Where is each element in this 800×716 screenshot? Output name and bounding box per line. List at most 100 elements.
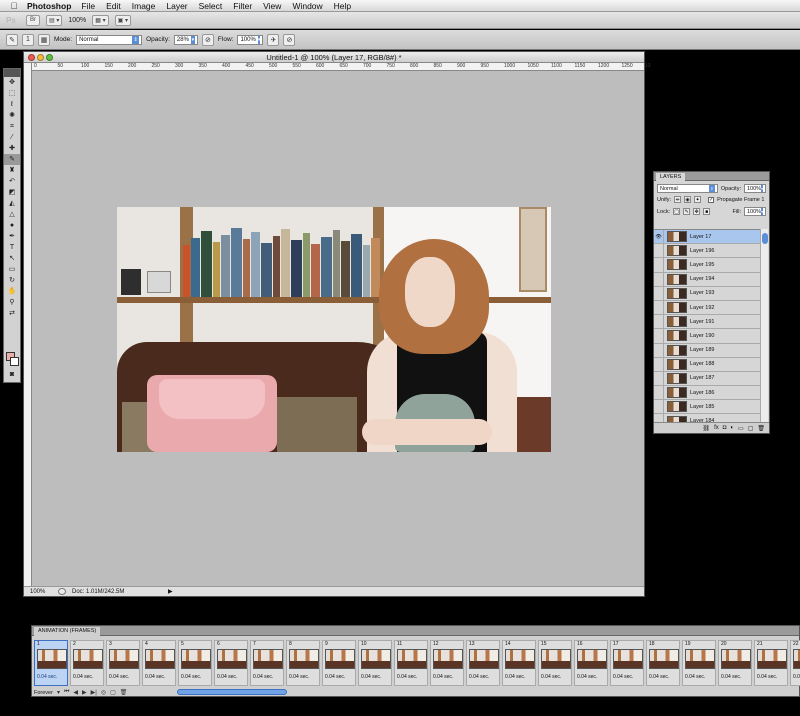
brush-tool-preset-icon[interactable]: ✎ (6, 33, 18, 46)
new-group-icon[interactable]: ▭ (738, 425, 744, 432)
unify-style-icon[interactable]: ✦ (694, 196, 702, 203)
mode-select[interactable]: Normal ⇕ (76, 34, 143, 45)
frame-delay-select[interactable]: 0.04 sec. (505, 674, 525, 680)
lasso-tool-icon[interactable]: ℓ (4, 99, 20, 110)
status-menu-arrow-icon[interactable]: ▶ (168, 588, 173, 595)
animation-frame[interactable]: 4 0.04 sec. (142, 640, 176, 686)
3d-rotate-tool-icon[interactable]: ↻ (4, 275, 20, 286)
shape-tool-icon[interactable]: ▭ (4, 264, 20, 275)
zoom-level-dropdown[interactable]: 100% (68, 17, 86, 24)
pressure-size-icon[interactable]: ⊘ (283, 33, 296, 46)
frame-delay-select[interactable]: 0.04 sec. (73, 674, 93, 680)
status-zoom[interactable]: 100% (30, 589, 52, 595)
layer-opacity-field[interactable]: 100% ▾ (744, 184, 766, 193)
animation-frame[interactable]: 18 0.04 sec. (646, 640, 680, 686)
healing-brush-tool-icon[interactable]: ✚ (4, 143, 20, 154)
frame-delay-select[interactable]: 0.04 sec. (685, 674, 705, 680)
lock-transparency-icon[interactable]: ▢ (673, 208, 681, 215)
view-extras-button[interactable]: ▤ ▾ (46, 14, 63, 26)
frame-delay-select[interactable]: 0.04 sec. (469, 674, 489, 680)
horizontal-ruler[interactable]: 0 50 100 150 200 250 300 350 400 450 500 550 600 650 7… (32, 63, 651, 71)
type-tool-icon[interactable]: T (4, 242, 20, 253)
menu-image[interactable]: Image (132, 1, 156, 11)
animation-frame[interactable]: 21 0.04 sec. (754, 640, 788, 686)
status-info-icon[interactable] (58, 588, 66, 595)
next-frame-icon[interactable]: ▶| (91, 689, 97, 696)
tween-icon[interactable]: ◎ (101, 689, 106, 696)
brush-size-picker[interactable]: 1 (22, 33, 34, 46)
visibility-eye-icon[interactable] (654, 400, 664, 414)
animation-frame[interactable]: 16 0.04 sec. (574, 640, 608, 686)
play-icon[interactable]: ▶ (82, 689, 87, 696)
eraser-tool-icon[interactable]: ◩ (4, 187, 20, 198)
hand-tool-icon[interactable]: ✋ (4, 286, 20, 297)
frame-delay-select[interactable]: 0.04 sec. (649, 674, 669, 680)
animation-tab[interactable]: ANIMATION (FRAMES) (34, 627, 101, 636)
animation-frame[interactable]: 9 0.04 sec. (322, 640, 356, 686)
frame-delay-select[interactable]: 0.04 sec. (361, 674, 381, 680)
launch-bridge-button[interactable]: Br (26, 14, 40, 26)
layer-row[interactable]: Layer 187 (654, 371, 760, 387)
animation-frame[interactable]: 10 0.04 sec. (358, 640, 392, 686)
visibility-eye-icon[interactable] (654, 272, 664, 286)
frame-delay-select[interactable]: 0.04 sec. (217, 674, 237, 680)
animation-frame[interactable]: 5 0.04 sec. (178, 640, 212, 686)
screen-mode-button[interactable]: ▣ ▾ (114, 14, 131, 26)
path-selection-tool-icon[interactable]: ↖ (4, 253, 20, 264)
scrollbar-thumb[interactable] (762, 233, 768, 244)
clone-stamp-tool-icon[interactable]: ♜ (4, 165, 20, 176)
arrange-documents-button[interactable]: ▦ ▾ (92, 14, 109, 26)
lock-pixels-icon[interactable]: ✎ (683, 208, 691, 215)
menu-layer[interactable]: Layer (166, 1, 187, 11)
zoom-tool-icon[interactable]: ⚲ (4, 297, 20, 308)
flow-field[interactable]: 100% ▾ (237, 34, 264, 45)
paint-bucket-tool-icon[interactable]: ◭ (4, 198, 20, 209)
frame-delay-select[interactable]: 0.04 sec. (253, 674, 273, 680)
visibility-eye-icon[interactable] (654, 300, 664, 315)
frame-delay-select[interactable]: 0.04 sec. (793, 674, 800, 680)
blur-tool-icon[interactable]: △ (4, 209, 20, 220)
vertical-ruler[interactable] (24, 63, 32, 586)
layer-row[interactable]: Layer 196 (654, 244, 760, 259)
layer-list-scrollbar[interactable] (760, 229, 768, 423)
airbrush-icon[interactable]: ✈ (267, 33, 280, 46)
dodge-tool-icon[interactable]: ● (4, 220, 20, 231)
layer-row[interactable]: Layer 186 (654, 386, 760, 401)
layer-row[interactable]: Layer 190 (654, 329, 760, 344)
layer-row[interactable]: Layer 195 (654, 258, 760, 273)
frame-delay-select[interactable]: 0.04 sec. (397, 674, 417, 680)
app-menu[interactable]: Photoshop (27, 1, 71, 11)
layers-tab[interactable]: LAYERS (656, 173, 686, 181)
layer-style-icon[interactable]: fx (714, 425, 719, 431)
fill-field[interactable]: 100% ▾ (744, 207, 766, 216)
animation-frame[interactable]: 11 0.04 sec. (394, 640, 428, 686)
layer-row[interactable]: Layer 194 (654, 272, 760, 287)
first-frame-icon[interactable]: ⏮ (64, 689, 69, 696)
minimize-window-icon[interactable] (37, 54, 44, 61)
new-layer-icon[interactable]: ▢ (748, 425, 754, 432)
marquee-tool-icon[interactable]: ⬚ (4, 88, 20, 99)
default-colors-icon[interactable]: ⇄ (4, 308, 20, 319)
layer-row[interactable]: Layer 193 (654, 286, 760, 301)
move-tool-icon[interactable]: ✥ (4, 77, 20, 88)
frame-delay-select[interactable]: 0.04 sec. (289, 674, 309, 680)
frame-delay-select[interactable]: 0.04 sec. (757, 674, 777, 680)
crop-tool-icon[interactable]: ⌗ (4, 121, 20, 132)
visibility-eye-icon[interactable]: 👁 (654, 230, 664, 244)
document-title-bar[interactable]: Untitled-1 @ 100% (Layer 17, RGB/8#) * (24, 52, 644, 63)
frame-delay-select[interactable]: 0.04 sec. (181, 674, 201, 680)
pressure-opacity-icon[interactable]: ⊘ (201, 33, 214, 46)
visibility-eye-icon[interactable] (654, 357, 664, 371)
lock-all-icon[interactable]: ■ (703, 208, 711, 215)
link-layers-icon[interactable]: ⛓ (702, 425, 710, 432)
visibility-eye-icon[interactable] (654, 244, 664, 258)
background-color-swatch[interactable] (10, 357, 19, 366)
close-window-icon[interactable] (28, 54, 35, 61)
frame-delay-select[interactable]: 0.04 sec. (613, 674, 633, 680)
frame-delay-select[interactable]: 0.04 sec. (433, 674, 453, 680)
propagate-frame-checkbox[interactable]: ✓ (708, 196, 715, 203)
menu-edit[interactable]: Edit (106, 1, 121, 11)
frame-delay-select[interactable]: 0.04 sec. (541, 674, 561, 680)
menu-window[interactable]: Window (292, 1, 322, 11)
visibility-eye-icon[interactable] (654, 343, 664, 357)
